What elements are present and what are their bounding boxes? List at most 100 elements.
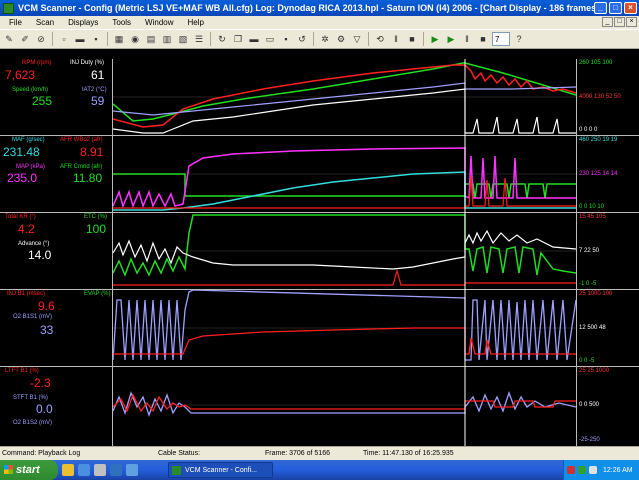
pencil-alt-icon[interactable]: ✐ bbox=[18, 32, 32, 46]
toolbar-separator bbox=[368, 32, 369, 46]
stop-icon[interactable]: ⊘ bbox=[34, 32, 48, 46]
taskbar: start VCM Scanner - Confi... 12:26 AM bbox=[0, 460, 639, 480]
step-back-icon[interactable]: ⟲ bbox=[373, 32, 387, 46]
plot-maf[interactable] bbox=[113, 136, 576, 213]
mdi-minimize-button[interactable]: _ bbox=[602, 17, 613, 27]
plot-inj[interactable] bbox=[113, 290, 576, 367]
windows-logo-icon bbox=[4, 465, 13, 474]
copy-icon[interactable]: ❐ bbox=[231, 32, 245, 46]
frame-step-input[interactable] bbox=[492, 32, 510, 46]
media-quicklaunch-icon[interactable] bbox=[94, 464, 106, 476]
afr-cmnd-value: 11.80 bbox=[73, 171, 103, 185]
new-icon[interactable]: ▫ bbox=[57, 32, 71, 46]
panel-labels: INJ B1 (msec) 9.6 EVAP (%) O2 B1S1 (mV) … bbox=[0, 290, 113, 366]
network-quicklaunch-icon[interactable] bbox=[126, 464, 138, 476]
panel-labels: MAF (g/sec) 231.48 AFR WBo2 (afr) 8.91 M… bbox=[0, 136, 113, 212]
map-value: 235.0 bbox=[7, 171, 38, 185]
open-folder-icon[interactable]: ▬ bbox=[73, 32, 87, 46]
close-button[interactable]: × bbox=[624, 2, 637, 14]
filter-icon[interactable]: ▽ bbox=[350, 32, 364, 46]
grid-icon[interactable]: ▦ bbox=[112, 32, 126, 46]
o2-b1s2-label: O2 B1S2 (mV) bbox=[13, 420, 53, 426]
stop-square-icon[interactable]: ■ bbox=[405, 32, 419, 46]
panel-scale: 25 25 1000 0 0 500 -25-250 bbox=[576, 367, 639, 446]
chart-panel-inj: INJ B1 (msec) 9.6 EVAP (%) O2 B1S1 (mV) … bbox=[0, 290, 639, 367]
inj-duty-label: INJ Duty (%) bbox=[70, 60, 105, 66]
help-icon[interactable]: ? bbox=[512, 32, 526, 46]
stop-playback-icon[interactable]: ■ bbox=[476, 32, 490, 46]
folder-quicklaunch-icon[interactable] bbox=[62, 464, 74, 476]
map-label: MAP (kPa) bbox=[16, 164, 45, 170]
taskbar-item-label: VCM Scanner - Confi... bbox=[185, 466, 257, 474]
folder-icon[interactable]: ▬ bbox=[247, 32, 261, 46]
maximize-button[interactable]: □ bbox=[609, 2, 622, 14]
pause-icon[interactable]: ‖ bbox=[389, 32, 403, 46]
security-tray-icon[interactable] bbox=[567, 466, 575, 474]
globe-icon[interactable]: ◉ bbox=[128, 32, 142, 46]
maf-value: 231.48 bbox=[3, 145, 40, 159]
undo-icon[interactable]: ↺ bbox=[295, 32, 309, 46]
plot-rpm[interactable] bbox=[113, 59, 576, 136]
disk-icon[interactable]: ▪ bbox=[279, 32, 293, 46]
scale-bottom: 0 0 -5 bbox=[579, 358, 595, 364]
pause-playback-icon[interactable]: ‖ bbox=[460, 32, 474, 46]
menu-window[interactable]: Window bbox=[138, 18, 180, 27]
speed-label: Speed (km/h) bbox=[12, 87, 49, 93]
save-icon[interactable]: ▪ bbox=[89, 32, 103, 46]
mdi-close-button[interactable]: × bbox=[626, 17, 637, 27]
toolbar-separator bbox=[210, 32, 211, 46]
minimize-button[interactable]: _ bbox=[594, 2, 607, 14]
config-icon[interactable]: ⚙ bbox=[334, 32, 348, 46]
gauge-icon[interactable]: ▧ bbox=[176, 32, 190, 46]
mdi-restore-button[interactable]: □ bbox=[614, 17, 625, 27]
ltft-b1-label: LTFT B1 (%) bbox=[5, 368, 39, 374]
menu-displays[interactable]: Displays bbox=[61, 18, 105, 27]
desktop-quicklaunch-icon[interactable] bbox=[110, 464, 122, 476]
toolbar-separator bbox=[313, 32, 314, 46]
step-play-icon[interactable]: ▶ bbox=[444, 32, 458, 46]
scale-top: 460 250 19 19 bbox=[579, 137, 618, 143]
pencil-icon[interactable]: ✎ bbox=[2, 32, 16, 46]
scale-top: 25 1000 100 bbox=[579, 291, 613, 297]
start-button[interactable]: start bbox=[0, 460, 58, 480]
etc-value: 100 bbox=[86, 222, 107, 236]
refresh-icon[interactable]: ↻ bbox=[215, 32, 229, 46]
network-tray-icon[interactable] bbox=[578, 466, 586, 474]
chart-icon[interactable]: ▥ bbox=[160, 32, 174, 46]
afr-cmnd-label: AFR Cmnd (afr) bbox=[60, 164, 103, 170]
taskbar-item-vcm-scanner[interactable]: VCM Scanner - Confi... bbox=[168, 462, 273, 478]
folder-open-icon[interactable]: ▭ bbox=[263, 32, 277, 46]
iat2-label: IAT2 (°C) bbox=[82, 87, 107, 93]
afr-wbo2-value: 8.91 bbox=[80, 145, 104, 159]
volume-tray-icon[interactable] bbox=[589, 466, 597, 474]
menu-file[interactable]: File bbox=[2, 18, 29, 27]
play-icon[interactable]: ▶ bbox=[428, 32, 442, 46]
rpm-label: RPM (rpm) bbox=[22, 60, 52, 66]
table-icon[interactable]: ▤ bbox=[144, 32, 158, 46]
app-icon bbox=[3, 2, 14, 14]
chart-panel-rpm: RPM (rpm) 7,623 INJ Duty (%) 61 Speed (k… bbox=[0, 59, 639, 136]
stft-b1-value: 0.0 bbox=[36, 402, 53, 416]
scale-bottom: -1 0 -5 bbox=[579, 281, 597, 287]
list-icon[interactable]: ☰ bbox=[192, 32, 206, 46]
scale-mid: 7 22 50 bbox=[579, 248, 600, 254]
panel-labels: LTFT B1 (%) -2.3 STFT B1 (%) 0.0 O2 B1S2… bbox=[0, 367, 113, 446]
etc-label: ETC (%) bbox=[84, 214, 107, 220]
status-frame: Frame: 3706 of 5166 bbox=[265, 450, 330, 457]
clock[interactable]: 12:26 AM bbox=[603, 467, 633, 474]
ie-quicklaunch-icon[interactable] bbox=[78, 464, 90, 476]
menu-help[interactable]: Help bbox=[181, 18, 211, 27]
menu-scan[interactable]: Scan bbox=[29, 18, 61, 27]
toolbar-separator bbox=[423, 32, 424, 46]
status-cable: Cable Status: bbox=[158, 450, 201, 457]
toolbar-separator bbox=[107, 32, 108, 46]
total-kr-label: Total KR (°) bbox=[5, 214, 36, 220]
plot-fuel-trim[interactable] bbox=[113, 367, 576, 446]
scale-top: 260 105 100 bbox=[579, 60, 613, 66]
plot-knock[interactable] bbox=[113, 213, 576, 290]
rpm-value: 7,623 bbox=[5, 68, 36, 82]
menu-tools[interactable]: Tools bbox=[105, 18, 138, 27]
settings-icon[interactable]: ✲ bbox=[318, 32, 332, 46]
scale-bottom: -25-250 bbox=[579, 437, 600, 443]
title-bar[interactable]: VCM Scanner - Config (Metric LSJ VE+MAF … bbox=[0, 0, 639, 16]
